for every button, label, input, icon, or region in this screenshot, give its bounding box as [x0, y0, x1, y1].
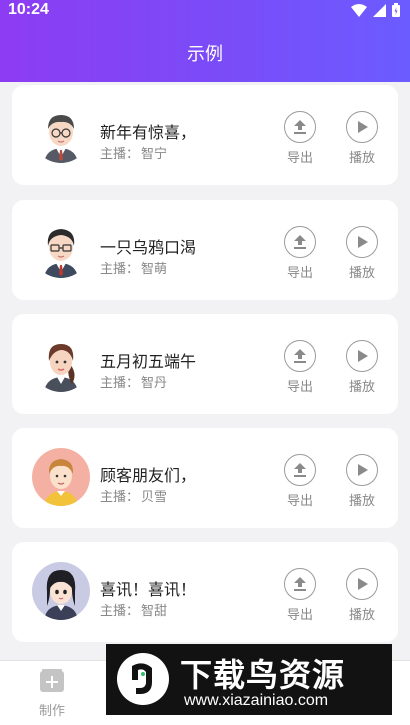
list-item[interactable]: 顾客朋友们， 主播： 贝雪 导出 播放 [12, 428, 398, 528]
play-button[interactable]: 播放 [342, 226, 382, 281]
export-label: 导出 [286, 493, 313, 508]
page-title: 示例 [187, 44, 223, 64]
wifi-icon [351, 3, 367, 17]
item-host: 主播： 智萌 [100, 258, 167, 277]
play-label: 播放 [348, 379, 375, 394]
item-title: 一只乌鸦口渴 [100, 240, 197, 257]
play-label: 播放 [348, 607, 375, 622]
watermark-title: 下载鸟资源 [180, 657, 346, 693]
host-name: 贝雪 [141, 489, 168, 504]
host-prefix: 主播： [100, 603, 140, 618]
export-label: 导出 [286, 379, 313, 394]
host-prefix: 主播： [100, 261, 140, 276]
host-name: 智丹 [141, 375, 168, 390]
play-icon [358, 578, 368, 590]
item-title: 喜讯！喜讯！ [100, 582, 197, 599]
watermark-url: www.xiazainiao.com [184, 692, 329, 709]
status-time: 10:24 [8, 1, 49, 18]
header-bar: 10:24 示例 [0, 0, 410, 82]
item-title: 新年有惊喜， [100, 125, 197, 142]
watermark-banner: 下载鸟资源 www.xiazainiao.com [106, 644, 392, 715]
woman-ponytail-avatar [32, 334, 90, 392]
sample-list[interactable]: 新年有惊喜， 主播： 智宁 导出 播放 一只乌鸦口渴 主播： 智萌 导出 播放 … [0, 82, 410, 660]
play-label: 播放 [348, 265, 375, 280]
item-title: 五月初五端午 [100, 354, 197, 371]
upload-icon [294, 235, 306, 249]
tab-make-label: 制作 [38, 703, 65, 718]
export-button[interactable]: 导出 [280, 111, 320, 166]
girl-black-hair-avatar [32, 562, 90, 620]
upload-icon [294, 463, 306, 477]
play-button[interactable]: 播放 [342, 568, 382, 623]
export-button[interactable]: 导出 [280, 226, 320, 281]
export-label: 导出 [286, 607, 313, 622]
play-button[interactable]: 播放 [342, 454, 382, 509]
upload-icon [294, 120, 306, 134]
battery-icon [392, 3, 400, 17]
status-icons [351, 3, 400, 17]
list-item[interactable]: 喜讯！喜讯！ 主播： 智甜 导出 播放 [12, 542, 398, 642]
tab-make[interactable]: 制作 [30, 669, 74, 719]
item-host: 主播： 智丹 [100, 372, 167, 391]
host-prefix: 主播： [100, 489, 140, 504]
play-label: 播放 [348, 150, 375, 165]
item-host: 主播： 智甜 [100, 600, 167, 619]
woman-pink-avatar [32, 448, 90, 506]
play-icon [358, 464, 368, 476]
play-icon [358, 121, 368, 133]
host-name: 智宁 [141, 146, 168, 161]
export-label: 导出 [286, 150, 313, 165]
play-icon [358, 350, 368, 362]
play-icon [358, 236, 368, 248]
item-host: 主播： 智宁 [100, 143, 167, 162]
export-button[interactable]: 导出 [280, 568, 320, 623]
host-name: 智萌 [141, 261, 168, 276]
man-glasses-avatar [32, 105, 90, 163]
play-button[interactable]: 播放 [342, 111, 382, 166]
export-button[interactable]: 导出 [280, 454, 320, 509]
export-button[interactable]: 导出 [280, 340, 320, 395]
item-title: 顾客朋友们， [100, 468, 197, 485]
play-button[interactable]: 播放 [342, 340, 382, 395]
export-label: 导出 [286, 265, 313, 280]
upload-icon [294, 349, 306, 363]
list-item[interactable]: 五月初五端午 主播： 智丹 导出 播放 [12, 314, 398, 414]
upload-icon [294, 577, 306, 591]
man-glasses-avatar [32, 220, 90, 278]
add-square-icon [40, 669, 64, 692]
item-host: 主播： 贝雪 [100, 486, 167, 505]
host-name: 智甜 [141, 603, 168, 618]
host-prefix: 主播： [100, 375, 140, 390]
host-prefix: 主播： [100, 146, 140, 161]
list-item[interactable]: 新年有惊喜， 主播： 智宁 导出 播放 [12, 85, 398, 185]
signal-icon [373, 3, 386, 17]
play-label: 播放 [348, 493, 375, 508]
list-item[interactable]: 一只乌鸦口渴 主播： 智萌 导出 播放 [12, 200, 398, 300]
bird-logo-icon [117, 653, 169, 705]
